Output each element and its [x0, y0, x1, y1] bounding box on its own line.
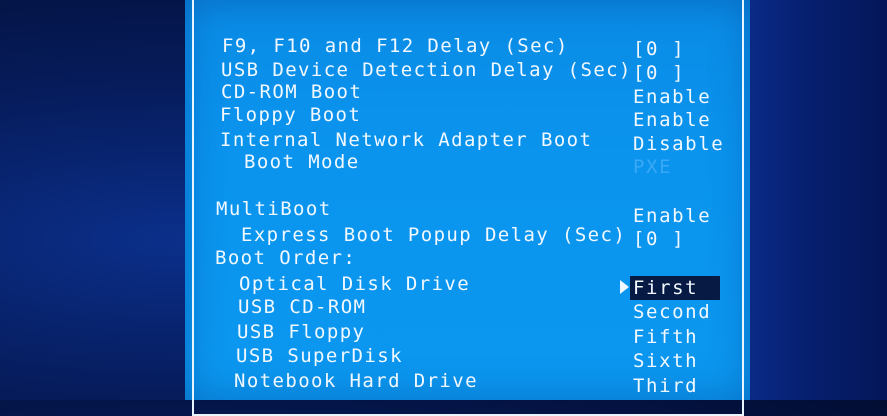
- setting-label-floppy-boot[interactable]: Floppy Boot: [220, 104, 361, 126]
- setting-value-floppy-boot[interactable]: Enable: [633, 109, 711, 131]
- setting-label-usb-detection-delay[interactable]: USB Device Detection Delay (Sec): [221, 59, 632, 81]
- boot-order-value[interactable]: Sixth: [633, 350, 698, 372]
- selection-pointer-icon: [620, 280, 629, 294]
- boot-order-value[interactable]: First: [633, 277, 698, 299]
- setting-value-boot-mode: PXE: [633, 156, 673, 178]
- boot-order-value[interactable]: Fifth: [633, 326, 698, 348]
- boot-order-item[interactable]: Notebook Hard Drive: [234, 370, 478, 392]
- setting-label-multiboot[interactable]: MultiBoot: [216, 198, 332, 220]
- setting-value-usb-detection-delay[interactable]: [0 ]: [633, 62, 685, 84]
- boot-order-value[interactable]: Third: [633, 375, 698, 397]
- monitor-bezel: [750, 0, 887, 400]
- boot-order-header: Boot Order:: [215, 247, 357, 269]
- boot-order-value[interactable]: Second: [633, 301, 711, 323]
- setting-label-express-boot-delay[interactable]: Express Boot Popup Delay (Sec): [241, 224, 626, 246]
- setting-value-cdrom-boot[interactable]: Enable: [633, 86, 711, 108]
- boot-order-item[interactable]: USB SuperDisk: [236, 345, 403, 367]
- setting-value-multiboot[interactable]: Enable: [633, 205, 711, 227]
- boot-order-item[interactable]: USB Floppy: [237, 321, 365, 343]
- setting-label-network-boot[interactable]: Internal Network Adapter Boot: [220, 129, 592, 151]
- setting-value-express-boot-delay[interactable]: [0 ]: [633, 228, 685, 250]
- setting-label-cdrom-boot[interactable]: CD-ROM Boot: [221, 81, 362, 103]
- setting-value-f-key-delay[interactable]: [0 ]: [633, 38, 685, 60]
- setting-label-f-key-delay[interactable]: F9, F10 and F12 Delay (Sec): [222, 35, 569, 57]
- boot-order-item[interactable]: Optical Disk Drive: [239, 273, 470, 295]
- setting-value-network-boot[interactable]: Disable: [633, 133, 724, 155]
- setting-label-boot-mode[interactable]: Boot Mode: [244, 151, 360, 173]
- boot-order-item[interactable]: USB CD-ROM: [238, 296, 366, 318]
